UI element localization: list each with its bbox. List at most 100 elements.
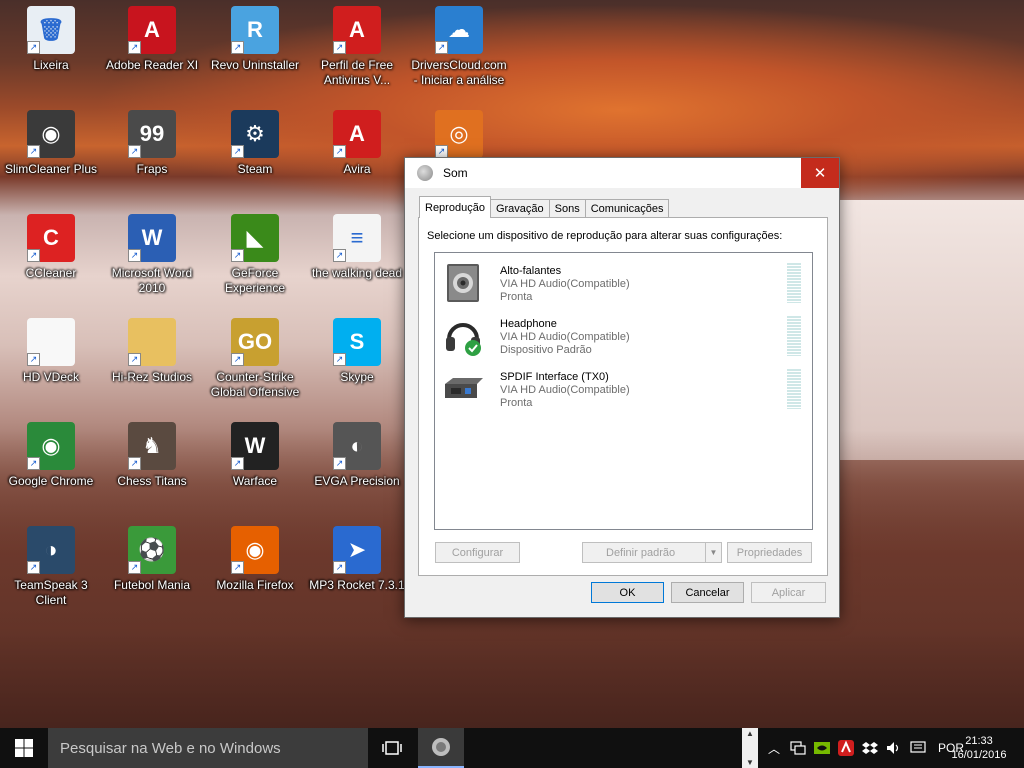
shortcut-arrow-icon: ↗ xyxy=(435,41,448,54)
desktop-icon[interactable]: 🗑 ↗ Lixeira xyxy=(3,0,99,100)
desktop-icon[interactable]: C ↗ CCleaner xyxy=(3,208,99,308)
desktop-icon[interactable]: W ↗ Microsoft Word 2010 xyxy=(104,208,200,308)
tab-sons[interactable]: Sons xyxy=(548,199,586,218)
device-driver: VIA HD Audio(Compatible) xyxy=(500,384,630,396)
desktop-icon-label: Chess Titans xyxy=(117,474,187,488)
taskbar: Pesquisar na Web e no Windows ▲ ▼ ︿ POR … xyxy=(0,728,1024,768)
clock[interactable]: 21:33 16/01/2016 xyxy=(944,728,1014,768)
desktop-icon-label: CCleaner xyxy=(25,266,77,280)
skype-icon: S ↗ xyxy=(333,318,381,366)
cancel-button[interactable]: Cancelar xyxy=(671,582,744,603)
desktop-icon[interactable]: ↗ Hi-Rez Studios xyxy=(104,312,200,412)
chevron-up-icon[interactable]: ▲ xyxy=(746,729,754,738)
desktop-icon[interactable]: ◉ ↗ Google Chrome xyxy=(3,416,99,516)
desktop-icon[interactable]: ◐ ↗ EVGA Precision xyxy=(309,416,405,516)
ok-button[interactable]: OK xyxy=(591,582,664,603)
tray-scroll[interactable]: ▲ ▼ xyxy=(742,728,758,768)
speaker-title-icon xyxy=(417,165,433,181)
set-default-button[interactable]: Definir padrão ▼ xyxy=(582,542,722,563)
volume-meter xyxy=(787,316,801,356)
desktop-icon-label: MP3 Rocket 7.3.1 xyxy=(309,578,405,592)
icon-glyph: S xyxy=(349,329,365,354)
desktop-icon[interactable]: ♞ ↗ Chess Titans xyxy=(104,416,200,516)
word-icon: W ↗ xyxy=(128,214,176,262)
icon-glyph: ◎ xyxy=(449,121,469,146)
device-status: Pronta xyxy=(500,291,533,303)
clock-time: 21:33 xyxy=(965,735,993,747)
chrome-icon: ◉ ↗ xyxy=(27,422,75,470)
dropbox-tray-icon[interactable] xyxy=(858,728,882,768)
shortcut-arrow-icon: ↗ xyxy=(128,41,141,54)
desktop-icon-label: DriversCloud.com - Iniciar a análise xyxy=(411,58,507,87)
desktop-icon[interactable]: ☁ ↗ DriversCloud.com - Iniciar a análise xyxy=(411,0,507,100)
shortcut-arrow-icon: ↗ xyxy=(333,353,346,366)
desktop-icon[interactable]: ≡ ↗ the walking dead xyxy=(309,208,405,308)
shortcut-arrow-icon: ↗ xyxy=(27,561,40,574)
taskbar-app-sound[interactable] xyxy=(418,728,464,768)
tab-reproducao[interactable]: Reprodução xyxy=(419,196,491,218)
shortcut-arrow-icon: ↗ xyxy=(27,249,40,262)
device-item-spdif[interactable]: SPDIF Interface (TX0) VIA HD Audio(Compa… xyxy=(435,363,812,415)
chevron-down-icon[interactable]: ▼ xyxy=(746,758,754,767)
task-view-button[interactable] xyxy=(372,728,412,768)
device-item-alto-falantes[interactable]: Alto-falantes VIA HD Audio(Compatible) P… xyxy=(435,257,812,309)
start-button[interactable] xyxy=(0,728,48,768)
shortcut-arrow-icon: ↗ xyxy=(333,457,346,470)
geforce-icon: ◣ ↗ xyxy=(231,214,279,262)
instruction-text: Selecione um dispositivo de reprodução p… xyxy=(427,230,783,242)
desktop-icon-label: Steam xyxy=(237,162,273,176)
shortcut-arrow-icon: ↗ xyxy=(231,353,244,366)
desktop-icon[interactable]: R ↗ Revo Uninstaller xyxy=(207,0,303,100)
desktop-icon[interactable]: 99 ↗ Fraps xyxy=(104,104,200,204)
device-list[interactable]: Alto-falantes VIA HD Audio(Compatible) P… xyxy=(434,252,813,530)
set-default-label: Definir padrão xyxy=(606,546,676,559)
icon-glyph: R xyxy=(247,17,263,42)
device-driver: VIA HD Audio(Compatible) xyxy=(500,278,630,290)
desktop-icon-label: EVGA Precision xyxy=(314,474,400,488)
properties-button[interactable]: Propriedades xyxy=(727,542,812,563)
desktop-icon[interactable]: ⚙ ↗ Steam xyxy=(207,104,303,204)
desktop-icon[interactable]: W ↗ Warface xyxy=(207,416,303,516)
nvidia-icon[interactable] xyxy=(810,728,834,768)
desktop-icon[interactable]: A ↗ Adobe Reader XI xyxy=(104,0,200,100)
desktop-icon[interactable]: ◉ ↗ Mozilla Firefox xyxy=(207,520,303,620)
dialog-titlebar[interactable]: Som ✕ xyxy=(405,158,839,188)
icon-glyph: ♞ xyxy=(142,433,162,458)
action-center-icon[interactable] xyxy=(906,728,930,768)
revo-uninstaller-icon: R ↗ xyxy=(231,6,279,54)
desktop-icon[interactable]: ◉ ↗ SlimCleaner Plus xyxy=(3,104,99,204)
shortcut-arrow-icon: ↗ xyxy=(231,249,244,262)
shortcut-arrow-icon: ↗ xyxy=(27,353,40,366)
desktop-icon[interactable]: S ↗ Skype xyxy=(309,312,405,412)
shortcut-arrow-icon: ↗ xyxy=(128,561,141,574)
desktop-icon[interactable]: A ↗ Perfil de Free Antivirus V... xyxy=(309,0,405,100)
shortcut-arrow-icon: ↗ xyxy=(231,41,244,54)
network-icon[interactable] xyxy=(786,728,810,768)
avira-tray-icon[interactable] xyxy=(834,728,858,768)
show-hidden-icons-icon[interactable]: ︿ xyxy=(762,728,786,768)
desktop-icon[interactable]: ◑ ↗ TeamSpeak 3 Client xyxy=(3,520,99,620)
chevron-down-icon[interactable]: ▼ xyxy=(705,543,721,562)
desktop-icon[interactable]: ↗ HD VDeck xyxy=(3,312,99,412)
desktop-icon[interactable]: A ↗ Avira xyxy=(309,104,405,204)
desktop-icon-label: Futebol Mania xyxy=(113,578,191,592)
configure-button[interactable]: Configurar xyxy=(435,542,520,563)
search-input[interactable]: Pesquisar na Web e no Windows xyxy=(48,728,368,768)
shortcut-arrow-icon: ↗ xyxy=(333,41,346,54)
device-name: SPDIF Interface (TX0) xyxy=(500,371,609,383)
icon-glyph: ≡ xyxy=(350,225,364,250)
tab-comunicacoes[interactable]: Comunicações xyxy=(584,199,670,218)
close-button[interactable]: ✕ xyxy=(801,158,839,188)
device-item-headphone[interactable]: Headphone VIA HD Audio(Compatible) Dispo… xyxy=(435,310,812,362)
desktop-icon[interactable]: ➤ ↗ MP3 Rocket 7.3.1 xyxy=(309,520,405,620)
avira-icon: A ↗ xyxy=(333,110,381,158)
volume-icon[interactable] xyxy=(882,728,906,768)
desktop-icon[interactable]: ◣ ↗ GeForce Experience xyxy=(207,208,303,308)
device-name: Headphone xyxy=(500,318,557,330)
apply-button[interactable]: Aplicar xyxy=(751,582,826,603)
desktop-icon[interactable]: GO ↗ Counter-Strike Global Offensive xyxy=(207,312,303,412)
tab-gravacao[interactable]: Gravação xyxy=(489,199,550,218)
icon-glyph: W xyxy=(141,225,163,250)
desktop-icon-label: HD VDeck xyxy=(22,370,79,384)
desktop-icon[interactable]: ⚽ ↗ Futebol Mania xyxy=(104,520,200,620)
